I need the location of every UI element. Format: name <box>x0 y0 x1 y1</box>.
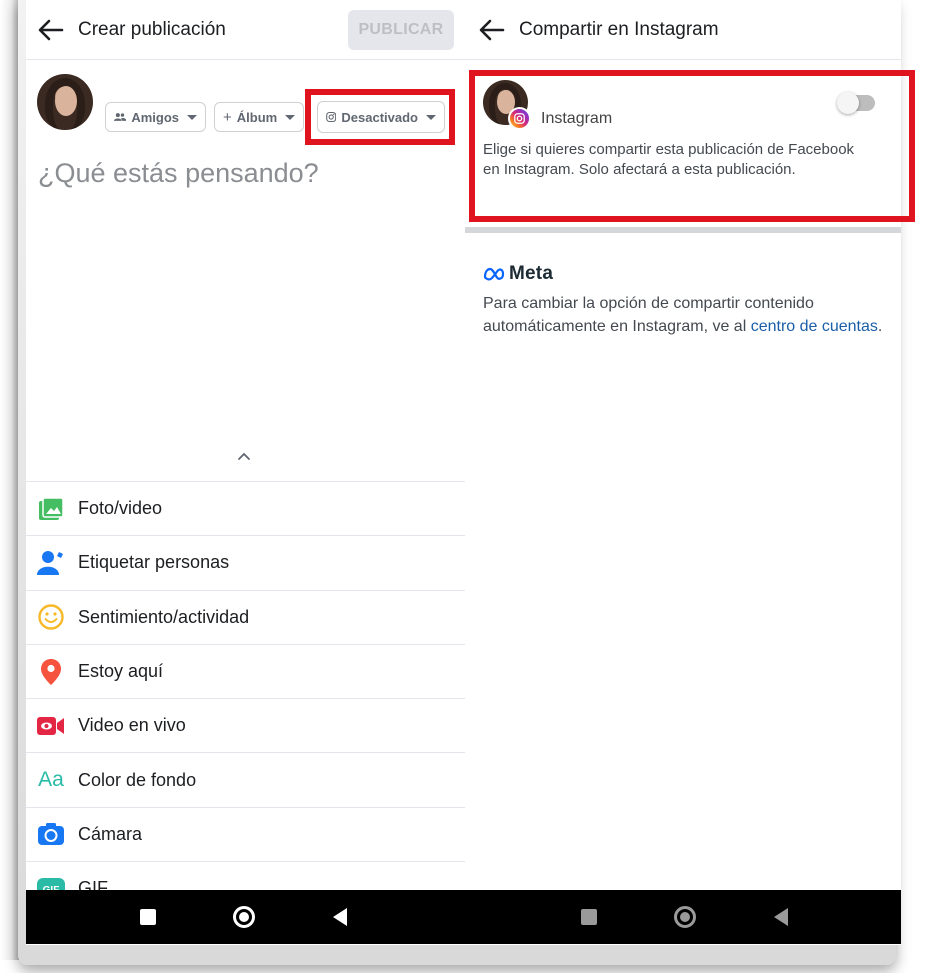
chevron-down-icon <box>187 114 197 120</box>
create-post-header: Crear publicación PUBLICAR <box>26 0 465 60</box>
back-triangle-icon[interactable] <box>333 908 347 926</box>
chevron-down-icon <box>285 114 296 120</box>
post-actions-list: Foto/video Etiquetar personas Sentimient… <box>26 481 465 890</box>
meta-info-text-end: . <box>877 318 883 335</box>
page-title: Compartir en Instagram <box>519 19 719 40</box>
home-icon[interactable] <box>674 906 696 928</box>
action-label: Etiquetar personas <box>78 552 230 573</box>
feeling-icon <box>37 603 65 631</box>
composer-input[interactable]: ¿Qué estás pensando? <box>38 158 319 189</box>
meta-infinity-icon <box>483 267 505 281</box>
tag-people-icon <box>37 549 65 577</box>
share-to-instagram-screen: Compartir en Instagram Instagram Elige s… <box>465 0 915 890</box>
chevron-up-icon[interactable] <box>236 448 252 464</box>
location-pin-icon <box>37 658 65 686</box>
back-arrow-icon[interactable] <box>36 16 66 44</box>
action-background-color[interactable]: Aa Color de fondo <box>26 752 465 806</box>
plus-icon: + <box>223 108 232 126</box>
publish-button[interactable]: PUBLICAR <box>348 10 454 50</box>
action-check-in[interactable]: Estoy aquí <box>26 643 465 698</box>
camera-icon <box>37 820 65 848</box>
highlight-box-instagram-selector <box>305 89 455 145</box>
action-label: Color de fondo <box>78 769 197 790</box>
friends-icon <box>114 113 127 121</box>
meta-brand-text: Meta <box>509 263 554 284</box>
action-label: Sentimiento/actividad <box>78 606 250 627</box>
action-label: Video en vivo <box>78 715 186 736</box>
accounts-center-link[interactable]: centro de cuentas <box>751 318 878 335</box>
action-label: Foto/video <box>78 498 163 519</box>
highlight-box-instagram-card <box>469 70 915 222</box>
share-instagram-header: Compartir en Instagram <box>465 0 901 60</box>
meta-logo: Meta <box>483 263 553 285</box>
action-camera[interactable]: Cámara <box>26 806 465 861</box>
audience-label: Amigos <box>131 109 179 125</box>
background-color-icon: Aa <box>38 768 64 792</box>
album-label: Álbum <box>236 109 278 125</box>
photo-video-icon <box>37 495 65 523</box>
audience-selector[interactable]: Amigos <box>105 102 206 132</box>
meta-info-text: Para cambiar la opción de compartir cont… <box>483 292 883 338</box>
create-post-screen: Crear publicación PUBLICAR Amigos + Álbu… <box>26 0 465 890</box>
live-video-icon <box>37 712 65 740</box>
action-photo-video[interactable]: Foto/video <box>26 481 465 535</box>
section-divider <box>465 227 901 233</box>
page-title: Crear publicación <box>78 19 226 40</box>
recent-apps-icon[interactable] <box>581 909 597 925</box>
avatar[interactable] <box>37 74 93 130</box>
action-label: Cámara <box>78 823 143 844</box>
system-navigation-bar <box>26 890 901 944</box>
album-selector[interactable]: + Álbum <box>214 102 304 132</box>
action-tag-people[interactable]: Etiquetar personas <box>26 535 465 589</box>
home-icon[interactable] <box>233 906 255 928</box>
back-arrow-icon[interactable] <box>477 16 507 44</box>
action-label: Estoy aquí <box>78 661 164 682</box>
gif-icon: GIF <box>37 875 65 890</box>
action-label: GIF <box>78 878 108 890</box>
action-gif[interactable]: GIF GIF <box>26 861 465 890</box>
back-triangle-icon[interactable] <box>774 908 788 926</box>
action-live-video[interactable]: Video en vivo <box>26 698 465 752</box>
recent-apps-icon[interactable] <box>140 909 156 925</box>
action-feeling[interactable]: Sentimiento/actividad <box>26 589 465 644</box>
